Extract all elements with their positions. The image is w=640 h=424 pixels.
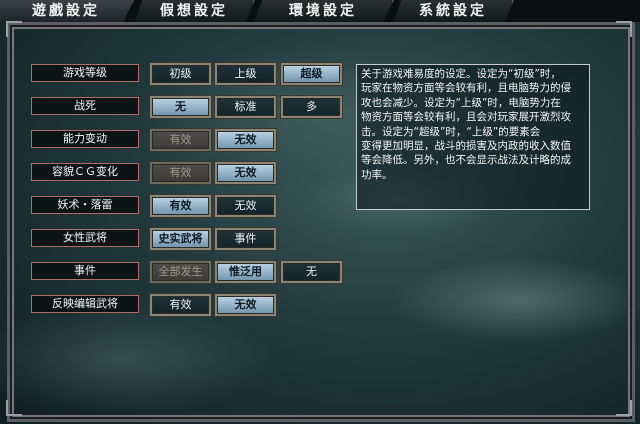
option-button[interactable]: 有效 [150, 195, 211, 217]
description-box: 关于游戏难易度的设定。设定为“初级”时， 玩家在物资方面等会较有利，且电脑势力的… [356, 64, 590, 210]
option-button[interactable]: 惟泛用 [215, 261, 276, 283]
frame-corner-ornament [6, 21, 22, 37]
option-button[interactable]: 无效 [215, 195, 276, 217]
setting-label-events: 事件 [31, 262, 139, 280]
option-button[interactable]: 超级 [281, 63, 342, 85]
option-button[interactable]: 有效 [150, 294, 211, 316]
tab-bar: 遊戲設定 假想設定 環境設定 系統設定 [0, 0, 640, 22]
option-button[interactable]: 有效 [150, 129, 211, 151]
option-button[interactable]: 事件 [215, 228, 276, 250]
option-button[interactable]: 上级 [215, 63, 276, 85]
frame-corner-ornament [616, 400, 632, 416]
frame-corner-ornament [6, 400, 22, 416]
tab-environment-settings[interactable]: 環境設定 [254, 0, 394, 22]
tab-game-settings[interactable]: 遊戲設定 [0, 0, 134, 22]
option-button[interactable]: 无效 [215, 294, 276, 316]
option-button[interactable]: 多 [281, 96, 342, 118]
setting-label-ability-change: 能力变动 [31, 130, 139, 148]
option-button[interactable]: 无效 [215, 162, 276, 184]
option-button[interactable]: 无 [150, 96, 211, 118]
option-button[interactable]: 标准 [215, 96, 276, 118]
tab-system-settings[interactable]: 系統設定 [394, 0, 514, 22]
setting-label-battle-death: 战死 [31, 97, 139, 115]
setting-label-female-generals: 女性武将 [31, 229, 139, 247]
option-button[interactable]: 有效 [150, 162, 211, 184]
setting-label-portrait-cg-change: 容貌ＣＧ变化 [31, 163, 139, 181]
option-button[interactable]: 无效 [215, 129, 276, 151]
option-button[interactable]: 全部发生 [150, 261, 211, 283]
setting-label-difficulty: 游戏等级 [31, 64, 139, 82]
option-button[interactable]: 史实武将 [150, 228, 211, 250]
setting-label-sorcery-lightning: 妖术・落雷 [31, 196, 139, 214]
frame-corner-ornament [616, 21, 632, 37]
option-button[interactable]: 初级 [150, 63, 211, 85]
option-button[interactable]: 无 [281, 261, 342, 283]
setting-label-edited-generals: 反映编辑武将 [31, 295, 139, 313]
tab-hypothetical-settings[interactable]: 假想設定 [135, 0, 255, 22]
